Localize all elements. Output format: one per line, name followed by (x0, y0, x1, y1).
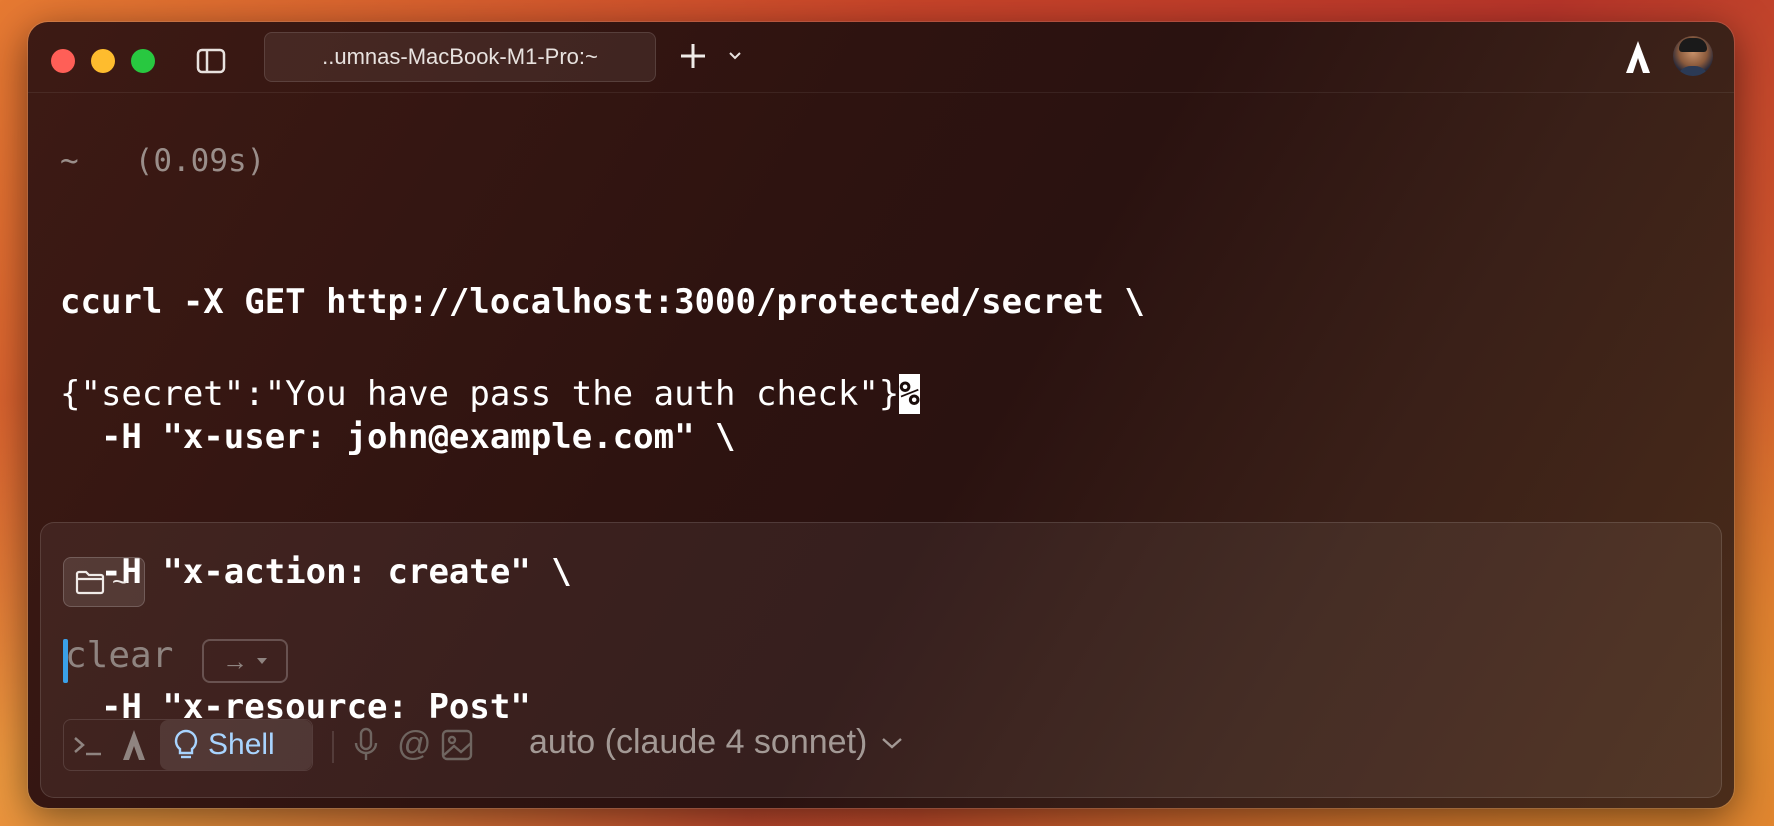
output-text: {"secret":"You have pass the auth check"… (60, 374, 900, 414)
tab-active-session[interactable]: ..umnas-MacBook-M1-Pro:~ (264, 32, 656, 82)
prompt-duration: (0.09s) (134, 143, 266, 179)
title-bar: ..umnas-MacBook-M1-Pro:~ (28, 22, 1734, 93)
chevron-down-icon (882, 737, 903, 749)
autosuggest-accept-hint[interactable]: → (202, 639, 288, 683)
folder-icon (75, 570, 105, 595)
lightbulb-icon (174, 729, 198, 759)
close-window-button[interactable] (51, 49, 75, 73)
sidebar-toggle-icon[interactable] (196, 48, 226, 74)
directory-label: ~ (112, 566, 129, 597)
agent-mode-icon[interactable] (120, 728, 148, 762)
arrow-right-icon: → (222, 645, 248, 676)
model-selector[interactable]: auto (claude 4 sonnet) (529, 723, 903, 762)
prompt-dir: ~ (60, 143, 79, 179)
output-end-marker: % (899, 374, 920, 414)
command-input[interactable]: clear (65, 635, 173, 676)
shell-mode-button[interactable]: Shell (160, 720, 312, 770)
command-line: ccurl -X GET http://localhost:3000/prote… (60, 282, 1145, 322)
command-line: -H "x-user: john@example.com" \ (60, 417, 736, 457)
image-icon[interactable] (441, 729, 473, 761)
minimize-window-button[interactable] (91, 49, 115, 73)
new-tab-plus-icon[interactable] (678, 41, 708, 71)
chevron-down-icon[interactable] (728, 50, 742, 62)
model-label: auto (claude 4 sonnet) (529, 723, 868, 761)
terminal-window: ..umnas-MacBook-M1-Pro:~ ~ (0.09s) ccurl… (28, 22, 1734, 808)
command-output: {"secret":"You have pass the auth check"… (60, 372, 920, 417)
avatar[interactable] (1673, 36, 1713, 76)
agent-logo-icon[interactable] (1623, 40, 1653, 74)
terminal-prompt-icon[interactable] (72, 732, 104, 760)
microphone-icon[interactable] (353, 727, 379, 763)
toolbar-divider (332, 731, 334, 763)
maximize-window-button[interactable] (131, 49, 155, 73)
input-panel: ~ clear → Shell @ auto (claude 4 sonnet) (40, 522, 1722, 798)
directory-chip[interactable]: ~ (63, 557, 145, 607)
tab-title: ..umnas-MacBook-M1-Pro:~ (322, 44, 598, 69)
mode-toolbar: Shell (63, 719, 313, 771)
shell-mode-label: Shell (208, 728, 275, 761)
prompt-line: ~ (0.09s) (60, 143, 265, 179)
caret-down-icon (257, 658, 267, 664)
mention-icon[interactable]: @ (397, 725, 432, 764)
